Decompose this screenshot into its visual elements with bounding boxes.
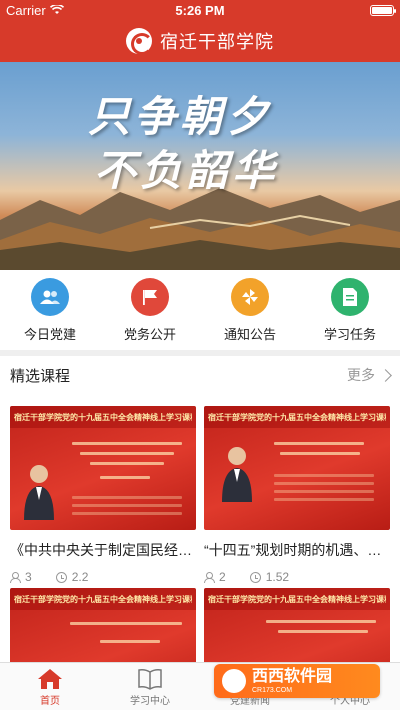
tab-home[interactable]: 首页 xyxy=(0,663,100,710)
clock-icon xyxy=(249,571,261,583)
user-icon xyxy=(204,571,215,583)
tab-study-center[interactable]: 学习中心 xyxy=(100,663,200,710)
quick-link-label: 通知公告 xyxy=(223,327,276,342)
tab-label: 学习中心 xyxy=(130,696,170,707)
lecturer-photo xyxy=(24,465,54,520)
book-icon xyxy=(138,669,162,690)
slogan-line1: 只争朝夕 xyxy=(88,92,273,141)
wifi-icon xyxy=(49,5,64,14)
status-bar: Carrier 5:26 PM xyxy=(0,0,400,20)
thumbnail-title: 宿迁干部学院党的十九届五中全会精神线上学习课程 xyxy=(14,595,192,604)
banner-carousel[interactable]: 只争朝夕 不负韶华 xyxy=(0,62,400,270)
quick-links: 今日党建 党务公开 通知公告 学习任务 xyxy=(0,270,400,350)
section-title: 精选课程 xyxy=(10,367,71,385)
thumbnail-title: 宿迁干部学院党的十九届五中全会精神线上学习课程 xyxy=(208,595,386,604)
quick-link-study-tasks[interactable]: 学习任务 xyxy=(300,270,400,350)
watermark-logo-icon xyxy=(222,669,246,693)
quick-link-label: 今日党建 xyxy=(23,327,76,342)
party-flag-icon xyxy=(131,278,169,316)
watermark-url: CR173.COM xyxy=(252,686,293,694)
carrier-info: Carrier xyxy=(6,3,64,18)
user-icon xyxy=(10,571,21,583)
view-count: 3 xyxy=(10,570,32,584)
thumbnail-title: 宿迁干部学院党的十九届五中全会精神线上学习课程 xyxy=(208,413,386,422)
college-logo-icon xyxy=(126,28,153,55)
document-icon xyxy=(331,278,369,316)
tab-label: 首页 xyxy=(40,696,60,707)
course-meta: 3 2.2 xyxy=(10,570,196,584)
quick-link-notices[interactable]: 通知公告 xyxy=(200,270,300,350)
pinwheel-icon xyxy=(231,278,269,316)
course-thumbnail: 宿迁干部学院党的十九届五中全会精神线上学习课程 xyxy=(10,588,196,662)
more-courses-link[interactable]: 更多 xyxy=(347,365,392,385)
app-title: 宿迁干部学院 xyxy=(160,32,274,52)
course-title: “十四五”规划时期的机遇、… xyxy=(204,542,382,558)
course-duration: 2.2 xyxy=(55,570,88,584)
app-header: 宿迁干部学院 xyxy=(0,20,400,62)
slogan-line2: 不负韶华 xyxy=(94,146,279,195)
course-meta: 2 1.52 xyxy=(204,570,390,584)
quick-link-today-party[interactable]: 今日党建 xyxy=(0,270,100,350)
course-thumbnail: 宿迁干部学院党的十九届五中全会精神线上学习课程 xyxy=(10,406,196,530)
banner-slogan: 只争朝夕 不负韶华 xyxy=(88,96,278,192)
course-card[interactable]: 宿迁干部学院党的十九届五中全会精神线上学习课程 xyxy=(204,588,390,662)
course-title: 《中共中央关于制定国民经… xyxy=(10,542,192,558)
people-icon xyxy=(31,278,69,316)
course-card[interactable]: 宿迁干部学院党的十九届五中全会精神线上学习课程 “十四五”规划时期的机遇、… 2… xyxy=(204,406,390,584)
course-duration: 1.52 xyxy=(249,570,289,584)
battery-icon xyxy=(370,5,396,16)
course-card[interactable]: 宿迁干部学院党的十九届五中全会精神线上学习课程 《中共中央关于制定国民经… 3 … xyxy=(10,406,196,584)
quick-link-party-affairs[interactable]: 党务公开 xyxy=(100,270,200,350)
clock-icon xyxy=(55,571,67,583)
view-count: 2 xyxy=(204,570,226,584)
chevron-right-icon xyxy=(379,368,392,382)
course-thumbnail: 宿迁干部学院党的十九届五中全会精神线上学习课程 xyxy=(204,406,390,530)
home-icon xyxy=(38,669,62,689)
course-grid: 宿迁干部学院党的十九届五中全会精神线上学习课程 《中共中央关于制定国民经… 3 … xyxy=(0,402,400,662)
more-label: 更多 xyxy=(347,367,375,383)
site-watermark: 西西软件园 CR173.COM xyxy=(214,664,380,698)
courses-section-header: 精选课程 更多 xyxy=(0,356,400,394)
course-thumbnail: 宿迁干部学院党的十九届五中全会精神线上学习课程 xyxy=(204,588,390,662)
quick-link-label: 党务公开 xyxy=(123,327,176,342)
thumbnail-title: 宿迁干部学院党的十九届五中全会精神线上学习课程 xyxy=(14,413,192,422)
carrier-label: Carrier xyxy=(6,2,46,18)
watermark-name: 西西软件园 xyxy=(252,667,333,685)
quick-link-label: 学习任务 xyxy=(323,327,376,342)
lecturer-photo xyxy=(222,447,252,502)
course-card[interactable]: 宿迁干部学院党的十九届五中全会精神线上学习课程 xyxy=(10,588,196,662)
